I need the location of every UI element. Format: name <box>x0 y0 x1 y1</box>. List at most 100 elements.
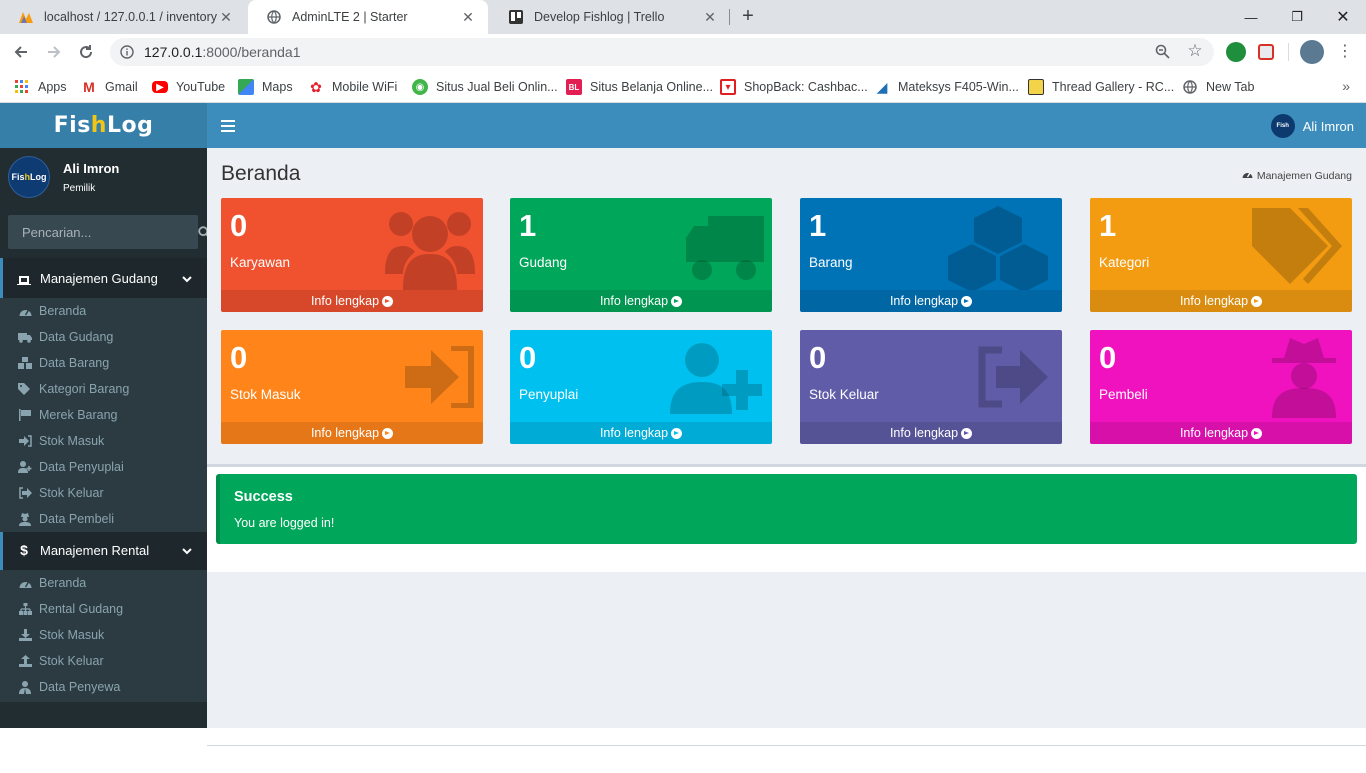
sidebar-item-stok-masuk[interactable]: Stok Masuk <box>0 622 207 648</box>
bookmarks-overflow-icon[interactable]: » <box>1342 78 1350 94</box>
breadcrumb[interactable]: Manajemen Gudang <box>1242 169 1352 182</box>
arrow-circle-right-icon <box>1251 427 1263 439</box>
info-box-more-link[interactable]: Info lengkap <box>800 422 1062 444</box>
bookmark-situs-jual-beli[interactable]: ◉ Situs Jual Beli Onlin... <box>412 76 558 98</box>
browser-tab-trello[interactable]: Develop Fishlog | Trello ✕ <box>490 0 730 34</box>
bookmark-thread-gallery[interactable]: Thread Gallery - RC... <box>1028 76 1174 98</box>
restore-window-button[interactable]: ❐ <box>1274 0 1320 34</box>
close-tab-icon[interactable]: ✕ <box>702 9 718 26</box>
info-box-value: 0 <box>230 208 248 243</box>
admin-app: FishLog Fish Ali Imron Fis h Log Ali Imron… <box>0 103 1366 773</box>
close-tab-icon[interactable]: ✕ <box>460 9 476 26</box>
sidebar-item-label: Data Penyewa <box>39 680 121 694</box>
sidebar-search-input[interactable] <box>9 224 198 240</box>
info-box-more-link[interactable]: Info lengkap <box>1090 422 1352 444</box>
logo-text: FishLog <box>53 113 154 138</box>
browser-menu-icon[interactable]: ⋮ <box>1334 40 1356 62</box>
extension-globe-icon[interactable] <box>1226 42 1246 62</box>
bookmark-youtube[interactable]: ▶ YouTube <box>152 76 225 98</box>
address-bar[interactable]: 127.0.0.1:8000/beranda1 <box>110 38 1214 66</box>
bookmark-shopback[interactable]: ▾ ShopBack: Cashbac... <box>720 76 868 98</box>
info-icon[interactable] <box>110 45 144 59</box>
bookmark-new-tab[interactable]: New Tab <box>1182 76 1254 98</box>
sidebar-item-rental-gudang[interactable]: Rental Gudang <box>0 596 207 622</box>
bookmark-mobile-wifi[interactable]: ✿ Mobile WiFi <box>308 76 397 98</box>
forward-button[interactable] <box>42 40 66 64</box>
info-box-value: 1 <box>1099 208 1117 243</box>
cubes-icon <box>18 357 32 369</box>
sidebar-item-data-penyewa[interactable]: Data Penyewa <box>0 674 207 700</box>
app-logo[interactable]: FishLog <box>0 103 207 148</box>
reload-button[interactable] <box>74 40 98 64</box>
reload-icon <box>80 45 93 59</box>
info-box-more-link[interactable]: Info lengkap <box>510 422 772 444</box>
sidebar-item-stok-keluar[interactable]: Stok Keluar <box>0 648 207 674</box>
apps-grid-icon <box>14 79 30 95</box>
info-box-value: 0 <box>230 340 248 375</box>
new-tab-button[interactable]: + <box>737 4 759 30</box>
sidebar-item-beranda[interactable]: Beranda <box>0 298 207 324</box>
sidebar-item-beranda[interactable]: Beranda <box>0 570 207 596</box>
sidebar-item-label: Data Barang <box>39 356 110 370</box>
sidebar-item-data-penyuplai[interactable]: Data Penyuplai <box>0 454 207 480</box>
info-box-label: Stok Keluar <box>809 387 879 402</box>
close-tab-icon[interactable]: ✕ <box>218 9 234 26</box>
back-button[interactable] <box>9 40 33 64</box>
browser-tab-phpmyadmin[interactable]: localhost / 127.0.0.1 / inventory | ✕ <box>0 0 246 34</box>
bookmark-situs-belanja[interactable]: BL Situs Belanja Online... <box>566 76 713 98</box>
user-panel: Fis h Log Ali Imron Pemilik <box>8 156 198 202</box>
user-avatar: Fis h Log <box>8 156 50 198</box>
info-box-more-label: Info lengkap <box>889 294 959 308</box>
info-box-more-link[interactable]: Info lengkap <box>221 422 483 444</box>
info-box-value: 1 <box>809 208 827 243</box>
content-footer <box>207 745 1366 773</box>
info-box-more-link[interactable]: Info lengkap <box>510 290 772 312</box>
sidebar-item-kategori-barang[interactable]: Kategori Barang <box>0 376 207 402</box>
bookmark-apps[interactable]: Apps <box>14 76 67 98</box>
sidebar-toggle-icon[interactable] <box>221 117 235 133</box>
sidebar-item-label: Stok Keluar <box>39 654 104 668</box>
tokopedia-icon: ◉ <box>412 79 428 95</box>
info-box-more-link[interactable]: Info lengkap <box>1090 290 1352 312</box>
bookmark-mateksys[interactable]: ◢ Mateksys F405-Win... <box>874 76 1019 98</box>
close-window-button[interactable]: ✕ <box>1320 0 1366 34</box>
sidebar-item-data-gudang[interactable]: Data Gudang <box>0 324 207 350</box>
sidebar-item-stok-keluar[interactable]: Stok Keluar <box>0 480 207 506</box>
arrow-circle-right-icon <box>961 295 973 307</box>
info-box-more-label: Info lengkap <box>310 426 380 440</box>
info-box-label: Barang <box>809 255 853 270</box>
user-menu-name: Ali Imron <box>1302 118 1354 134</box>
info-box-more-link[interactable]: Info lengkap <box>221 290 483 312</box>
browser-tab-adminlte[interactable]: AdminLTE 2 | Starter ✕ <box>248 0 488 34</box>
browser-toolbar: 127.0.0.1:8000/beranda1 ☆ ⋮ <box>0 34 1366 70</box>
mateksys-icon: ◢ <box>876 78 888 95</box>
user-plus-icon <box>18 461 32 473</box>
sidebar-item-stok-masuk[interactable]: Stok Masuk <box>0 428 207 454</box>
bookmark-gmail[interactable]: M Gmail <box>81 76 138 98</box>
user-menu[interactable]: Fish Ali Imron <box>1270 114 1354 138</box>
sidebar-item-label: Stok Keluar <box>39 486 104 500</box>
user-secret-icon <box>18 512 32 526</box>
info-box-more-link[interactable]: Info lengkap <box>800 290 1062 312</box>
bookmark-star-icon[interactable]: ☆ <box>1184 40 1206 62</box>
info-box-pembeli: 0 Pembeli Info lengkap <box>1090 330 1352 444</box>
info-box-more-label: Info lengkap <box>599 294 669 308</box>
download-icon <box>18 629 32 641</box>
bookmark-maps[interactable]: Maps <box>238 76 293 98</box>
tags-icon <box>18 383 32 395</box>
zoom-icon[interactable] <box>1151 40 1173 62</box>
profile-avatar[interactable] <box>1300 40 1324 64</box>
sidebar-item-merek-barang[interactable]: Merek Barang <box>0 402 207 428</box>
sidebar-item-label: Beranda <box>39 576 87 590</box>
menu-manajemen-rental[interactable]: $ Manajemen Rental <box>0 530 207 570</box>
menu-manajemen-gudang[interactable]: Manajemen Gudang <box>0 258 207 298</box>
user-secret-icon <box>1272 338 1336 421</box>
info-box-value: 1 <box>519 208 537 243</box>
info-box-stok-keluar: 0 Stok Keluar Info lengkap <box>800 330 1062 444</box>
minimize-window-button[interactable]: ― <box>1228 0 1274 34</box>
flag-icon <box>18 409 32 421</box>
sidebar-item-data-pembeli[interactable]: Data Pembeli <box>0 506 207 532</box>
globe-icon <box>1182 79 1198 95</box>
sidebar-item-data-barang[interactable]: Data Barang <box>0 350 207 376</box>
extension-doc-icon[interactable] <box>1258 44 1274 60</box>
